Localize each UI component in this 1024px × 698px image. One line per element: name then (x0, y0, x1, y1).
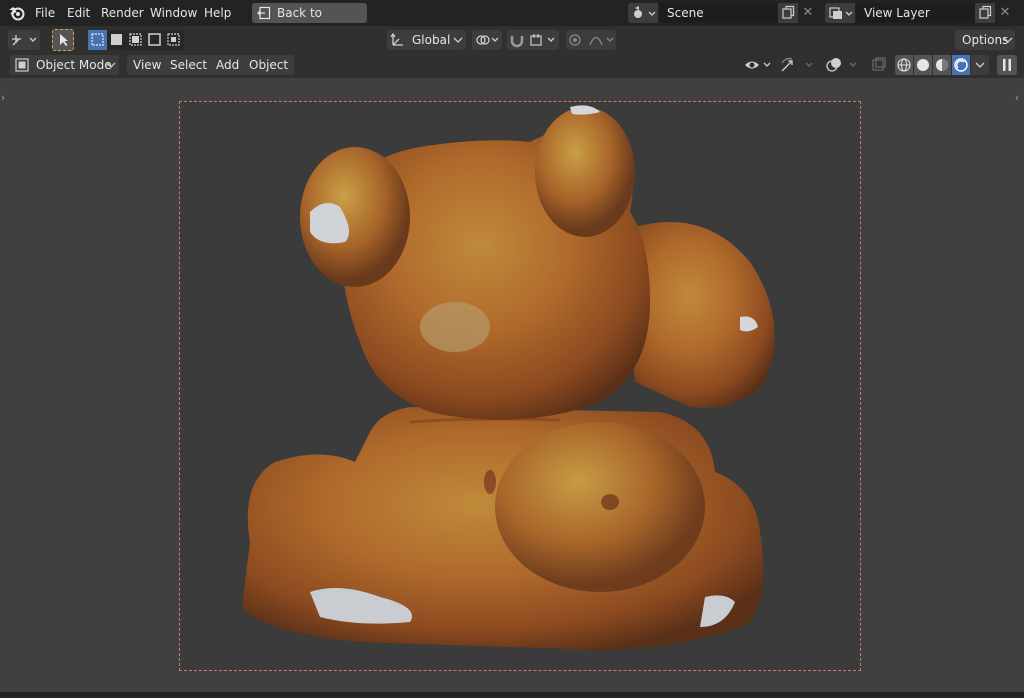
proportional-edit-icon (569, 34, 614, 46)
camera-frame (179, 101, 861, 671)
shading-material-button[interactable] (933, 55, 951, 75)
menu-help[interactable]: Help (204, 0, 231, 26)
sidebar-expand-arrow-icon[interactable]: ‹ (1015, 93, 1019, 104)
orientation-axes-icon (390, 32, 403, 46)
view-layer-selector: View Layer ✕ (825, 3, 1017, 23)
menu-window[interactable]: Window (150, 0, 197, 26)
status-bar (0, 692, 1024, 698)
gizmo-toggle[interactable] (778, 55, 818, 75)
overlays-toggle[interactable] (824, 55, 864, 75)
viewport-menu-add[interactable]: Add (210, 55, 246, 75)
interaction-mode-label: Object Mode (36, 58, 112, 72)
viewport-menu-view[interactable]: View (127, 55, 168, 75)
solid-sphere-icon (917, 59, 929, 71)
menu-render[interactable]: Render (101, 0, 144, 26)
3d-viewport-icon (12, 35, 37, 46)
copy-icon (782, 5, 795, 19)
scene-remove-button[interactable]: ✕ (798, 3, 818, 23)
object-visibility-dropdown[interactable] (742, 55, 774, 75)
top-menu-bar: File Edit Render Window Help Back to Pre… (0, 0, 1024, 40)
material-sphere-icon (936, 59, 948, 71)
view-layer-browse-button[interactable] (825, 3, 855, 23)
toolbar-expand-arrow-icon[interactable]: › (1, 93, 5, 104)
blender-logo-icon[interactable] (8, 5, 26, 21)
viewport-menu-object[interactable]: Object (243, 55, 295, 75)
cursor-arrow-icon (60, 34, 68, 46)
object-mode-icon (15, 58, 29, 72)
selection-mode-group (88, 30, 184, 50)
pause-icon (1003, 59, 1011, 71)
shading-rendered-button[interactable] (952, 55, 970, 75)
scene-browse-button[interactable] (628, 3, 658, 23)
overlays-icon (826, 58, 857, 72)
pause-render-button[interactable] (997, 55, 1017, 75)
snapping-group[interactable] (507, 30, 559, 50)
transform-orientation-label: Global (412, 33, 451, 47)
bear-figurine-render (242, 105, 775, 650)
xray-icon (872, 57, 886, 71)
chevron-down-icon (106, 62, 116, 68)
view-layer-new-copy-button[interactable] (975, 3, 995, 23)
select-tool-button[interactable] (52, 29, 74, 51)
chevron-down-icon (453, 37, 463, 43)
proportional-editing-group[interactable] (566, 30, 616, 50)
gizmo-icon (781, 57, 813, 72)
view-layer-name-field[interactable]: View Layer (856, 3, 975, 23)
chevron-down-icon (975, 62, 985, 68)
scene-new-copy-button[interactable] (778, 3, 798, 23)
eye-icon (745, 61, 771, 69)
viewport-menu-select[interactable]: Select (164, 55, 214, 75)
back-to-previous-button[interactable]: Back to Previous (252, 3, 367, 40)
interaction-mode-dropdown[interactable]: Object Mode (10, 55, 119, 75)
view-layer-remove-button[interactable]: ✕ (995, 3, 1015, 23)
shading-options-dropdown[interactable] (971, 55, 989, 75)
pivot-point-dropdown[interactable] (472, 30, 502, 50)
menu-file[interactable]: File (35, 0, 55, 26)
options-label: Options (962, 33, 1009, 47)
xray-toggle[interactable] (870, 55, 888, 75)
3d-viewport[interactable]: › ‹ (0, 78, 1024, 698)
chevron-down-icon (1003, 37, 1013, 43)
transform-orientation-dropdown[interactable]: Global (387, 30, 466, 50)
scene-selector: Scene ✕ (628, 3, 820, 23)
editor-type-selector[interactable] (8, 30, 40, 50)
shading-wireframe-button[interactable] (895, 55, 913, 75)
viewport-header: Object Mode View Select Add Object (0, 54, 1024, 78)
tool-settings-header: Global Options (0, 26, 1024, 54)
shading-solid-button[interactable] (914, 55, 932, 75)
menu-edit[interactable]: Edit (67, 0, 90, 26)
wireframe-sphere-icon (897, 58, 911, 72)
copy-icon (979, 5, 992, 19)
options-dropdown[interactable]: Options (955, 30, 1015, 50)
scene-name-field[interactable]: Scene (659, 3, 778, 23)
back-arrow-icon (257, 6, 271, 20)
magnet-icon (510, 34, 555, 48)
pivot-icon (476, 35, 499, 45)
rendered-sphere-icon (954, 58, 968, 72)
